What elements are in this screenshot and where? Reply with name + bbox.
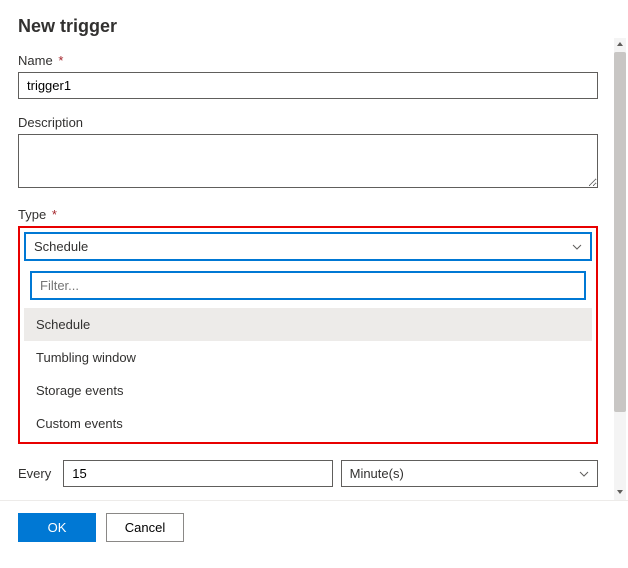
type-select[interactable]: Schedule xyxy=(24,232,592,261)
chevron-down-icon xyxy=(579,469,589,479)
description-field: Description xyxy=(18,115,598,191)
type-field: Type * Schedule Schedule Tumbling window… xyxy=(18,207,598,444)
type-highlight: Schedule Schedule Tumbling window Storag… xyxy=(18,226,598,444)
ok-button[interactable]: OK xyxy=(18,513,96,542)
type-option-schedule[interactable]: Schedule xyxy=(24,308,592,341)
unit-select[interactable]: Minute(s) xyxy=(341,460,598,487)
new-trigger-panel: New trigger Name * Description Type * Sc… xyxy=(0,0,628,500)
type-filter-input[interactable] xyxy=(30,271,586,300)
recurrence-row: Every Minute(s) xyxy=(18,460,598,487)
every-input[interactable] xyxy=(63,460,332,487)
page-title: New trigger xyxy=(18,16,598,37)
unit-selected: Minute(s) xyxy=(350,466,404,481)
type-options: Schedule Tumbling window Storage events … xyxy=(24,308,592,440)
every-label: Every xyxy=(18,466,51,481)
type-option-custom-events[interactable]: Custom events xyxy=(24,407,592,440)
type-dropdown: Schedule Tumbling window Storage events … xyxy=(24,271,592,440)
name-input[interactable] xyxy=(18,72,598,99)
name-label: Name * xyxy=(18,53,598,68)
type-selected-value: Schedule xyxy=(34,239,88,254)
footer: OK Cancel xyxy=(0,500,628,554)
type-filter-wrap xyxy=(30,271,586,300)
chevron-down-icon xyxy=(572,242,582,252)
type-option-tumbling-window[interactable]: Tumbling window xyxy=(24,341,592,374)
description-input[interactable] xyxy=(18,134,598,188)
scroll-down-icon[interactable] xyxy=(616,488,624,496)
type-label: Type * xyxy=(18,207,598,222)
scroll-up-icon[interactable] xyxy=(616,40,624,48)
scrollbar-thumb[interactable] xyxy=(614,52,626,412)
description-label: Description xyxy=(18,115,598,130)
type-option-storage-events[interactable]: Storage events xyxy=(24,374,592,407)
cancel-button[interactable]: Cancel xyxy=(106,513,184,542)
name-field: Name * xyxy=(18,53,598,99)
